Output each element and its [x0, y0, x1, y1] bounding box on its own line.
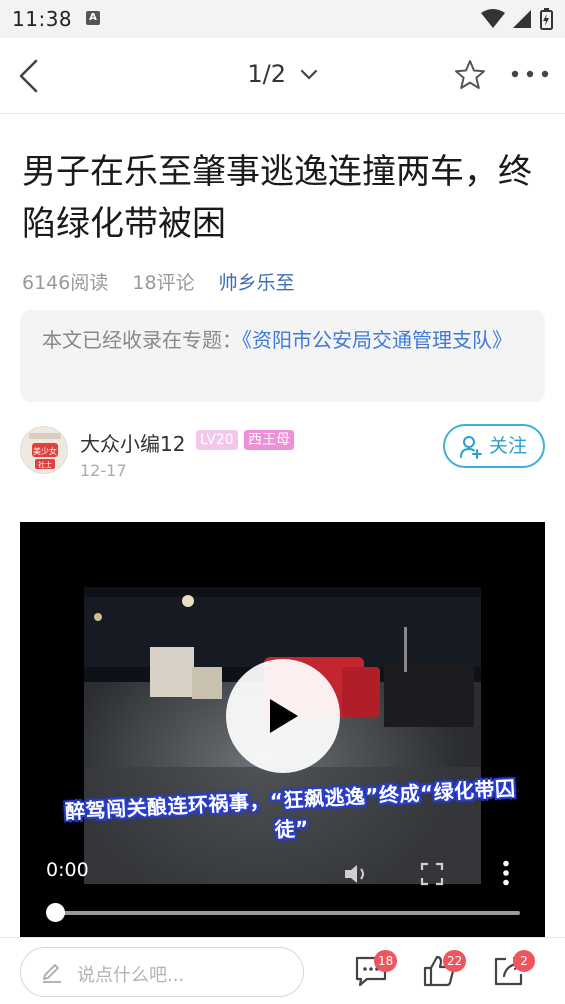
pencil-icon	[43, 964, 61, 983]
avatar-text-top: 美少女	[33, 446, 57, 456]
avatar-image: 美少女 社士	[21, 427, 67, 473]
signal-icon	[513, 10, 531, 28]
system-icons	[481, 8, 553, 30]
like-count-badge: 22	[443, 950, 467, 972]
comment-input[interactable]: 说点什么吧...	[20, 947, 304, 997]
topic-prefix: 本文已经收录在专题：	[42, 328, 242, 352]
topic-box: 本文已经收录在专题：《资阳市公安局交通管理支队》	[20, 310, 545, 402]
add-user-icon	[460, 436, 482, 459]
article-meta: 6146阅读 18评论 帅乡乐至	[22, 268, 313, 295]
author-name[interactable]: 大众小编12	[80, 428, 185, 457]
comment-count: 18评论	[132, 272, 195, 294]
back-arrow-icon[interactable]	[14, 58, 44, 94]
topic-link[interactable]: 《资阳市公安局交通管理支队》	[242, 328, 512, 352]
battery-icon	[540, 8, 553, 30]
avatar[interactable]: 美少女 社士	[20, 426, 68, 474]
share-count-badge: 2	[513, 950, 535, 972]
comment-count-badge: 18	[374, 950, 398, 972]
follow-label: 关注	[489, 435, 528, 457]
comment-placeholder: 说点什么吧...	[77, 965, 185, 986]
source-link[interactable]: 帅乡乐至	[219, 272, 295, 294]
level-badge: LV20	[196, 430, 238, 450]
article-title: 男子在乐至肇事逃逸连撞两车，终陷绿化带被困	[22, 152, 532, 244]
progress-thumb[interactable]	[46, 903, 65, 922]
notification-a-icon: A	[86, 11, 100, 25]
play-button[interactable]	[226, 659, 340, 773]
play-icon	[270, 699, 298, 733]
follow-button[interactable]: 关注	[443, 424, 545, 468]
read-count: 6146阅读	[22, 272, 109, 294]
video-player[interactable]: 醉驾闯关酿连环祸事，“狂飙逃逸”终成“绿化带囚徒” 0:00	[20, 522, 545, 937]
nav-bar: 1/2	[0, 38, 565, 114]
star-icon[interactable]	[453, 58, 487, 92]
bottom-bar: 说点什么吧... 18 22 2	[0, 937, 565, 1004]
fullscreen-icon[interactable]	[420, 862, 444, 886]
status-bar: 11:38 A	[0, 0, 565, 38]
volume-icon[interactable]	[342, 862, 370, 886]
pager-dropdown[interactable]: 1/2	[247, 60, 317, 88]
more-icon[interactable]	[510, 68, 550, 80]
status-time: 11:38	[12, 7, 73, 31]
pager-label: 1/2	[247, 60, 286, 88]
avatar-text-bottom: 社士	[38, 460, 52, 469]
progress-track[interactable]	[54, 911, 520, 915]
chevron-down-icon	[300, 69, 317, 80]
wifi-icon	[481, 9, 505, 28]
title-badge: 西王母	[244, 430, 294, 450]
video-time: 0:00	[46, 859, 89, 881]
post-date: 12-17	[80, 461, 127, 480]
more-vertical-icon[interactable]	[501, 860, 511, 886]
